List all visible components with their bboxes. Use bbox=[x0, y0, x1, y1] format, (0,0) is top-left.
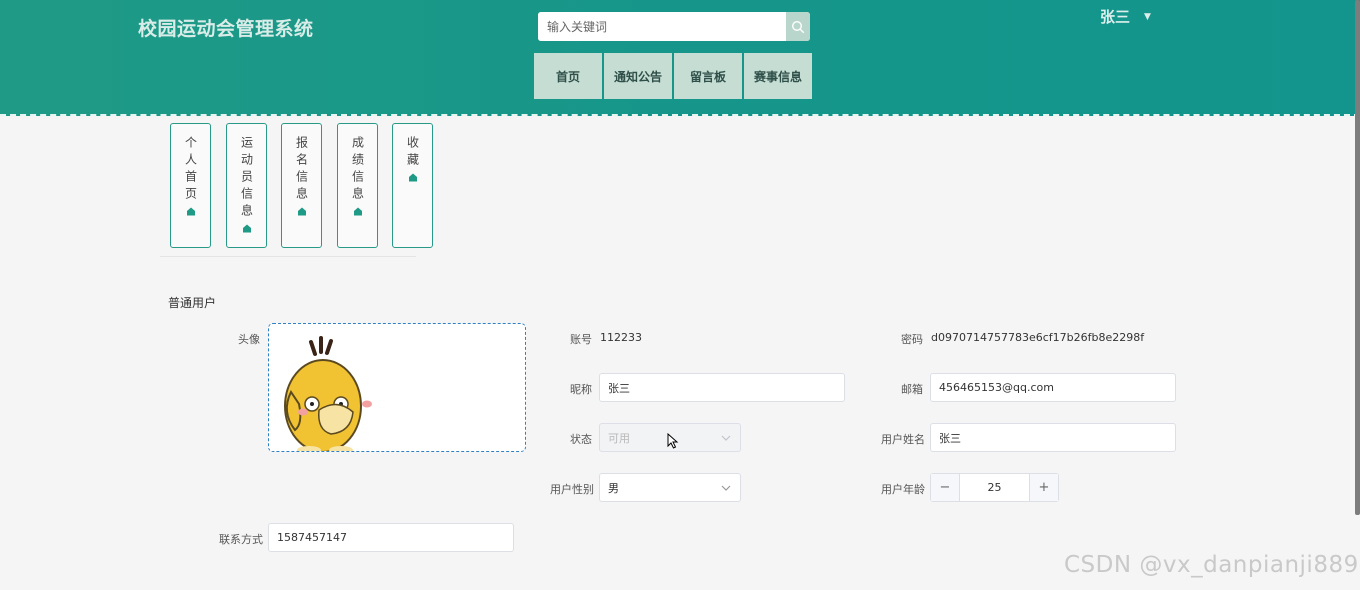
search-input[interactable] bbox=[538, 12, 786, 41]
tab-registration[interactable]: 报名信息 bbox=[281, 123, 322, 248]
gender-value: 男 bbox=[608, 481, 619, 495]
home-icon bbox=[297, 207, 306, 216]
home-icon bbox=[186, 207, 195, 216]
age-label: 用户年龄 bbox=[881, 483, 925, 496]
home-icon bbox=[353, 207, 362, 216]
email-value: 456465153@qq.com bbox=[939, 381, 1054, 394]
watermark: CSDN @vx_danpianji889 bbox=[1064, 552, 1359, 578]
contact-value: 1587457147 bbox=[277, 531, 347, 544]
tab-label: 个人首页 bbox=[183, 136, 198, 204]
chevron-down-icon bbox=[721, 435, 731, 441]
status-value: 可用 bbox=[608, 431, 630, 445]
nav-message-board[interactable]: 留言板 bbox=[674, 53, 742, 99]
app-title: 校园运动会管理系统 bbox=[138, 18, 314, 40]
nav-events[interactable]: 赛事信息 bbox=[744, 53, 812, 99]
mouse-cursor-icon bbox=[667, 433, 679, 449]
password-label: 密码 bbox=[901, 333, 923, 346]
tab-favorites[interactable]: 收藏 bbox=[392, 123, 433, 248]
tab-label: 收藏 bbox=[405, 136, 420, 170]
chevron-down-icon bbox=[721, 485, 731, 491]
increment-button[interactable]: + bbox=[1029, 474, 1058, 501]
tab-athletes[interactable]: 运动员信息 bbox=[226, 123, 267, 248]
account-label: 账号 bbox=[570, 333, 592, 346]
caret-down-icon: ▼ bbox=[1144, 11, 1151, 22]
nav-notices[interactable]: 通知公告 bbox=[604, 53, 672, 99]
tab-label: 报名信息 bbox=[294, 136, 309, 204]
search-box bbox=[538, 12, 810, 41]
age-value[interactable]: 25 bbox=[960, 474, 1029, 501]
age-stepper: − 25 + bbox=[930, 473, 1059, 502]
tab-scores[interactable]: 成绩信息 bbox=[337, 123, 378, 248]
realname-label: 用户姓名 bbox=[881, 433, 925, 446]
avatar-image bbox=[284, 336, 372, 451]
gender-label: 用户性别 bbox=[550, 483, 594, 496]
section-title: 普通用户 bbox=[168, 296, 217, 310]
contact-input[interactable]: 1587457147 bbox=[268, 523, 514, 552]
avatar-upload[interactable] bbox=[268, 323, 526, 452]
nickname-label: 昵称 bbox=[570, 383, 592, 396]
tab-label: 成绩信息 bbox=[350, 136, 365, 204]
home-icon bbox=[408, 173, 417, 182]
status-label: 状态 bbox=[570, 433, 592, 446]
password-value: d0970714757783e6cf17b26fb8e2298f bbox=[931, 331, 1145, 344]
search-icon bbox=[791, 20, 805, 33]
email-input[interactable]: 456465153@qq.com bbox=[930, 373, 1176, 402]
home-icon bbox=[242, 224, 251, 233]
divider bbox=[160, 256, 416, 257]
header-bar: 校园运动会管理系统 张三 ▼ 首页 通知公告 留言板 赛事信息 bbox=[0, 0, 1360, 116]
user-menu[interactable]: 张三 ▼ bbox=[1100, 6, 1151, 27]
search-button[interactable] bbox=[786, 12, 810, 41]
scrollbar[interactable] bbox=[1355, 0, 1360, 515]
realname-value: 张三 bbox=[939, 431, 961, 445]
tab-profile-home[interactable]: 个人首页 bbox=[170, 123, 211, 248]
nickname-input[interactable]: 张三 bbox=[599, 373, 845, 402]
realname-input[interactable]: 张三 bbox=[930, 423, 1176, 452]
nickname-value: 张三 bbox=[608, 381, 630, 395]
account-value: 112233 bbox=[600, 331, 642, 344]
contact-label: 联系方式 bbox=[219, 533, 263, 546]
main-nav: 首页 通知公告 留言板 赛事信息 bbox=[534, 53, 814, 99]
avatar-label: 头像 bbox=[238, 333, 260, 346]
nav-home[interactable]: 首页 bbox=[534, 53, 602, 99]
email-label: 邮箱 bbox=[901, 383, 923, 396]
decrement-button[interactable]: − bbox=[931, 474, 960, 501]
user-name: 张三 bbox=[1100, 8, 1131, 26]
tab-label: 运动员信息 bbox=[239, 136, 254, 221]
gender-select[interactable]: 男 bbox=[599, 473, 741, 502]
